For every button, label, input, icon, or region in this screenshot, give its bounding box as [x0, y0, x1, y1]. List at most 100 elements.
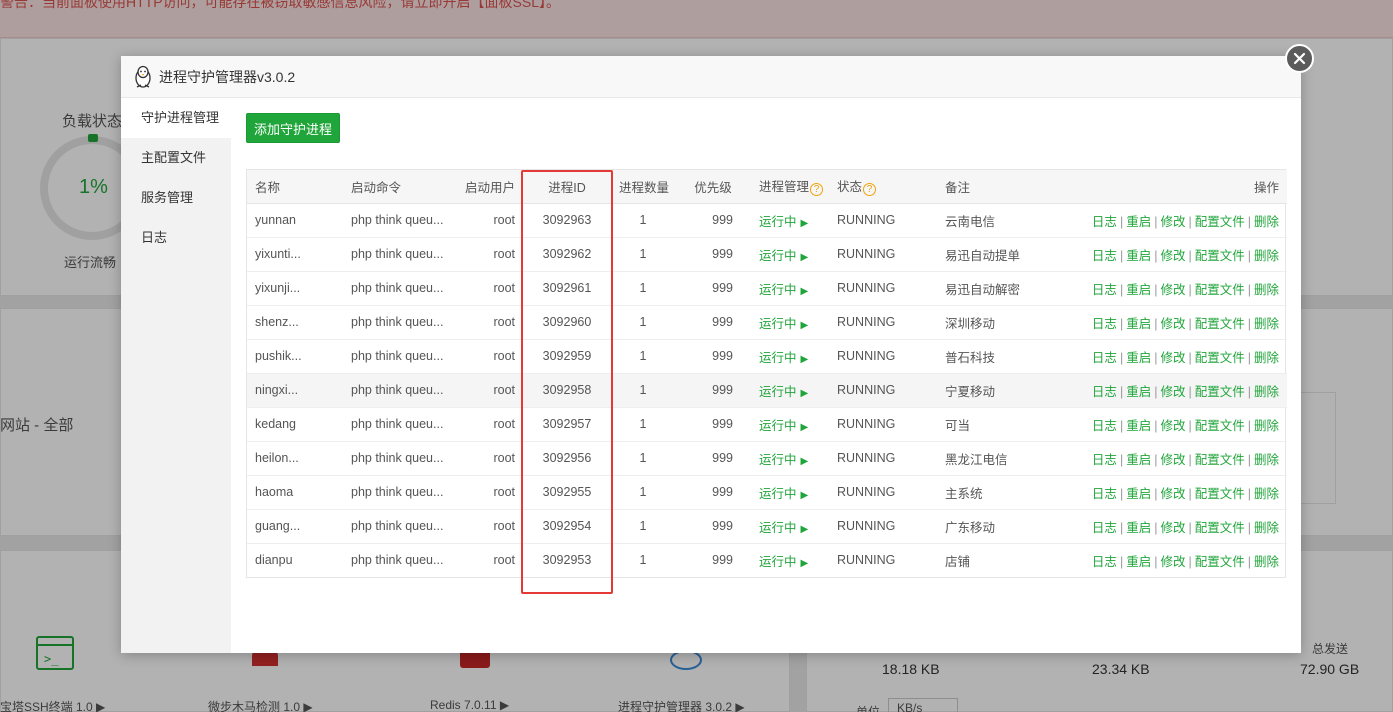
op-config-link[interactable]: 配置文件: [1195, 487, 1245, 501]
op-restart-link[interactable]: 重启: [1126, 317, 1151, 331]
op-delete-link[interactable]: 删除: [1254, 317, 1279, 331]
process-priority: 999: [675, 203, 751, 238]
op-log-link[interactable]: 日志: [1092, 351, 1117, 365]
op-delete-link[interactable]: 删除: [1254, 351, 1279, 365]
op-restart-link[interactable]: 重启: [1126, 385, 1151, 399]
op-log-link[interactable]: 日志: [1092, 419, 1117, 433]
op-log-link[interactable]: 日志: [1092, 521, 1117, 535]
table-row: shenz... php think queu... root 3092960 1 999…: [247, 305, 1287, 340]
process-ops: 日志 | 重启 | 修改 | 配置文件 | 删除: [1047, 441, 1287, 476]
process-manage-toggle[interactable]: 运行中 ▶: [751, 203, 829, 238]
process-manage-toggle[interactable]: 运行中 ▶: [751, 237, 829, 272]
process-manage-toggle[interactable]: 运行中 ▶: [751, 441, 829, 476]
op-log-link[interactable]: 日志: [1092, 487, 1117, 501]
table-row: yixunti... php think queu... root 3092962 1 9…: [247, 237, 1287, 272]
process-manage-toggle[interactable]: 运行中 ▶: [751, 271, 829, 306]
op-config-link[interactable]: 配置文件: [1195, 215, 1245, 229]
op-delete-link[interactable]: 删除: [1254, 249, 1279, 263]
op-restart-link[interactable]: 重启: [1126, 453, 1151, 467]
modal-close-button[interactable]: [1285, 44, 1314, 73]
op-log-link[interactable]: 日志: [1092, 215, 1117, 229]
op-delete-link[interactable]: 删除: [1254, 555, 1279, 569]
col-manage-label: 进程管理: [759, 180, 810, 195]
col-cmd: 启动命令: [343, 170, 457, 204]
process-pid: 3092959: [523, 339, 611, 374]
add-daemon-button[interactable]: 添加守护进程: [246, 113, 340, 143]
process-manage-toggle[interactable]: 运行中 ▶: [751, 373, 829, 408]
op-log-link[interactable]: 日志: [1092, 249, 1117, 263]
process-name: shenz...: [247, 305, 343, 340]
op-restart-link[interactable]: 重启: [1126, 419, 1151, 433]
process-manage-toggle[interactable]: 运行中 ▶: [751, 305, 829, 340]
process-manage-toggle[interactable]: 运行中 ▶: [751, 543, 829, 577]
play-icon: ▶: [800, 455, 809, 467]
process-note: 主系统: [937, 475, 1047, 510]
op-config-link[interactable]: 配置文件: [1195, 249, 1245, 263]
table-row: haoma php think queu... root 3092955 1 999 运行中…: [247, 475, 1287, 510]
process-manage-toggle[interactable]: 运行中 ▶: [751, 407, 829, 442]
table-row: dianpu php think queu... root 3092953 1 999 运行…: [247, 543, 1287, 577]
process-name: dianpu: [255, 553, 293, 568]
op-edit-link[interactable]: 修改: [1160, 215, 1185, 229]
op-config-link[interactable]: 配置文件: [1195, 351, 1245, 365]
sidebar-item-process-manage[interactable]: 守护进程管理: [121, 98, 231, 138]
op-config-link[interactable]: 配置文件: [1195, 317, 1245, 331]
op-restart-link[interactable]: 重启: [1126, 487, 1151, 501]
op-edit-link[interactable]: 修改: [1160, 249, 1185, 263]
op-log-link[interactable]: 日志: [1092, 283, 1117, 297]
op-restart-link[interactable]: 重启: [1126, 521, 1151, 535]
op-edit-link[interactable]: 修改: [1160, 419, 1185, 433]
process-manage-label: 运行中: [759, 418, 797, 433]
modal-sidebar: 守护进程管理 主配置文件 服务管理 日志: [121, 98, 231, 653]
op-separator: |: [1247, 520, 1251, 535]
op-edit-link[interactable]: 修改: [1160, 351, 1185, 365]
process-pid: 3092958: [523, 373, 611, 408]
op-edit-link[interactable]: 修改: [1160, 487, 1185, 501]
process-count: 1: [611, 407, 675, 442]
op-delete-link[interactable]: 删除: [1254, 521, 1279, 535]
sidebar-item-logs[interactable]: 日志: [121, 218, 231, 258]
process-manage-toggle[interactable]: 运行中 ▶: [751, 475, 829, 510]
op-delete-link[interactable]: 删除: [1254, 283, 1279, 297]
process-manage-toggle[interactable]: 运行中 ▶: [751, 339, 829, 374]
play-icon: ▶: [800, 421, 809, 433]
process-name: yunnan: [247, 203, 343, 238]
op-edit-link[interactable]: 修改: [1160, 453, 1185, 467]
op-log-link[interactable]: 日志: [1092, 385, 1117, 399]
op-delete-link[interactable]: 删除: [1254, 453, 1279, 467]
op-edit-link[interactable]: 修改: [1160, 317, 1185, 331]
op-config-link[interactable]: 配置文件: [1195, 283, 1245, 297]
op-edit-link[interactable]: 修改: [1160, 283, 1185, 297]
op-edit-link[interactable]: 修改: [1160, 385, 1185, 399]
op-delete-link[interactable]: 删除: [1254, 487, 1279, 501]
sidebar-item-main-config[interactable]: 主配置文件: [121, 138, 231, 178]
process-status: RUNNING: [829, 373, 937, 408]
op-log-link[interactable]: 日志: [1092, 453, 1117, 467]
op-restart-link[interactable]: 重启: [1126, 283, 1151, 297]
op-config-link[interactable]: 配置文件: [1195, 453, 1245, 467]
op-restart-link[interactable]: 重启: [1126, 351, 1151, 365]
sidebar-item-service-manage[interactable]: 服务管理: [121, 178, 231, 218]
process-manage-toggle[interactable]: 运行中 ▶: [751, 509, 829, 544]
op-config-link[interactable]: 配置文件: [1195, 521, 1245, 535]
op-delete-link[interactable]: 删除: [1254, 385, 1279, 399]
op-restart-link[interactable]: 重启: [1126, 215, 1151, 229]
op-config-link[interactable]: 配置文件: [1195, 555, 1245, 569]
help-icon[interactable]: ?: [810, 183, 824, 197]
process-manage-label: 运行中: [759, 384, 797, 399]
op-separator: |: [1188, 452, 1192, 467]
process-note: 宁夏移动: [937, 373, 1047, 408]
op-restart-link[interactable]: 重启: [1126, 555, 1151, 569]
op-config-link[interactable]: 配置文件: [1195, 419, 1245, 433]
op-edit-link[interactable]: 修改: [1160, 521, 1185, 535]
op-edit-link[interactable]: 修改: [1160, 555, 1185, 569]
op-log-link[interactable]: 日志: [1092, 317, 1117, 331]
op-delete-link[interactable]: 删除: [1254, 215, 1279, 229]
process-ops: 日志 | 重启 | 修改 | 配置文件 | 删除: [1047, 203, 1287, 238]
op-delete-link[interactable]: 删除: [1254, 419, 1279, 433]
op-log-link[interactable]: 日志: [1092, 555, 1117, 569]
op-config-link[interactable]: 配置文件: [1195, 385, 1245, 399]
help-icon[interactable]: ?: [863, 183, 877, 197]
op-restart-link[interactable]: 重启: [1126, 249, 1151, 263]
process-pid: 3092962: [523, 237, 611, 272]
